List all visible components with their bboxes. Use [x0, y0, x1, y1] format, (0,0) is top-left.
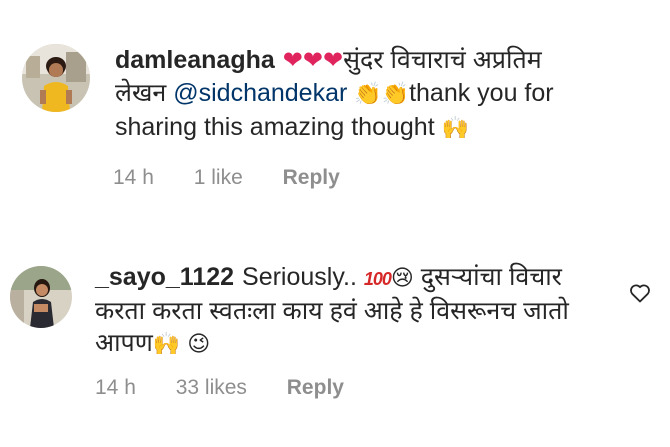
comment-text: _sayo_1122 Seriously.. 100😢 दुसऱ्यांचा वि…	[95, 261, 615, 361]
mention-link[interactable]: @sidchandekar	[173, 79, 347, 107]
crying-face-icon: 😢	[390, 266, 414, 291]
comment-text-segment: दुसऱ्यांचा विचार	[420, 263, 562, 291]
heart-outline-icon[interactable]	[628, 281, 652, 305]
reply-button[interactable]: Reply	[283, 166, 340, 189]
comment-text-segment: Seriously..	[242, 263, 357, 291]
likes-count[interactable]: 33 likes	[176, 376, 247, 399]
comment-time: 14 h	[113, 166, 154, 189]
comment-username[interactable]: damleanagha	[115, 46, 275, 74]
heart-icon: ❤❤❤	[282, 47, 344, 74]
raised-hands-icon: 🙌	[441, 116, 470, 141]
reply-button[interactable]: Reply	[287, 376, 344, 399]
comment-time: 14 h	[95, 376, 136, 399]
likes-count[interactable]: 1 like	[194, 166, 243, 189]
comment-text-segment: sharing this amazing thought	[115, 113, 435, 141]
comment-text: damleanagha ❤❤❤सुंदर विचाराचं अप्रतिम लेख…	[115, 44, 655, 145]
comment-meta: 14 h 1 like Reply	[113, 166, 374, 190]
comment-text-segment: thank you for	[409, 79, 554, 107]
comment-text-segment: आपण	[95, 329, 153, 357]
avatar[interactable]	[10, 266, 72, 328]
hundred-points-icon: 100	[363, 269, 392, 289]
clapping-hands-icon: 👏👏	[354, 82, 410, 107]
smiling-face-icon: 😉	[187, 332, 211, 357]
avatar[interactable]	[22, 44, 90, 112]
comment-item: damleanagha ❤❤❤सुंदर विचाराचं अप्रतिम लेख…	[0, 0, 670, 225]
comment-meta: 14 h 33 likes Reply	[95, 376, 378, 400]
raised-hands-icon: 🙌	[152, 332, 181, 357]
comment-username[interactable]: _sayo_1122	[95, 263, 234, 291]
comment-text-segment: लेखन	[115, 79, 167, 107]
comment-item: _sayo_1122 Seriously.. 100😢 दुसऱ्यांचा वि…	[0, 225, 670, 447]
comment-text-segment: सुंदर विचाराचं अप्रतिम	[343, 46, 542, 74]
comment-text-segment: करता करता स्वतःला काय हवं आहे हे विसरूनच…	[95, 297, 569, 325]
